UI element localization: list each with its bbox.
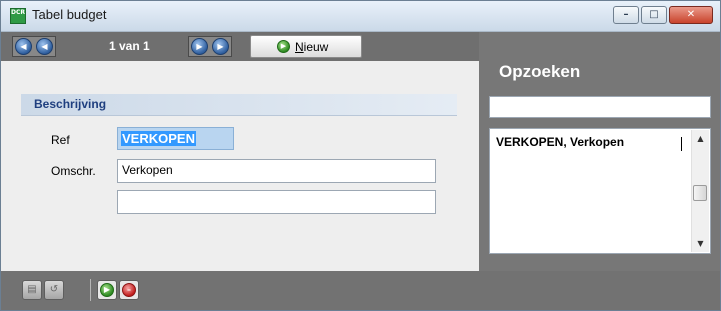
close-icon: ✕ [686, 9, 696, 20]
record-position: 1 van 1 [109, 39, 150, 53]
form-body: ◀ ◀ 1 van 1 ▶ ▶ ▶ Nieuw Beschrijving Ref… [1, 32, 720, 310]
window-title: Tabel budget [32, 7, 107, 22]
app-table-icon: DCR [10, 8, 26, 24]
bottom-toolbar: ▤ ↺ ▶ – [1, 271, 720, 310]
new-button-label: Nieuw [295, 40, 329, 54]
list-item[interactable]: VERKOPEN, Verkopen [496, 135, 624, 149]
lookup-list[interactable]: VERKOPEN, Verkopen ▲ ▼ [489, 128, 711, 254]
ref-label: Ref [51, 133, 70, 147]
previous-record-icon[interactable]: ◀ [36, 38, 53, 55]
save-icon[interactable]: ▤ [22, 280, 42, 300]
first-record-icon[interactable]: ◀ [15, 38, 32, 55]
cancel-icon: – [122, 283, 136, 297]
omschr-field-2[interactable] [117, 190, 436, 214]
text-caret [681, 137, 682, 151]
minimize-button[interactable]: – [613, 6, 639, 24]
ok-icon: ▶ [100, 283, 114, 297]
section-title: Beschrijving [34, 97, 107, 111]
scroll-down-icon[interactable]: ▼ [692, 235, 709, 252]
vertical-scrollbar[interactable]: ▲ ▼ [691, 130, 709, 252]
ok-button[interactable]: ▶ [97, 280, 117, 300]
cancel-button[interactable]: – [119, 280, 139, 300]
new-button[interactable]: ▶ Nieuw [250, 35, 362, 58]
scroll-thumb[interactable] [693, 185, 707, 201]
navigation-toolbar: ◀ ◀ 1 van 1 ▶ ▶ ▶ Nieuw [1, 32, 479, 62]
maximize-icon: □ [649, 9, 659, 20]
revert-icon[interactable]: ↺ [44, 280, 64, 300]
title-bar: DCR Tabel budget – □ ✕ [1, 1, 720, 32]
last-record-icon[interactable]: ▶ [212, 38, 229, 55]
close-button[interactable]: ✕ [669, 6, 713, 24]
window: DCR Tabel budget – □ ✕ ◀ ◀ 1 van 1 ▶ ▶ ▶… [0, 0, 721, 311]
minimize-icon: – [623, 9, 629, 20]
maximize-button[interactable]: □ [641, 6, 667, 24]
omschr-value: Verkopen [122, 163, 173, 177]
form-panel: Beschrijving Ref VERKOPEN Omschr. Verkop… [1, 61, 479, 271]
omschr-field[interactable]: Verkopen [117, 159, 436, 183]
lookup-title: Opzoeken [499, 62, 581, 81]
ref-field[interactable]: VERKOPEN [117, 127, 234, 150]
toolbar-separator [90, 279, 91, 301]
lookup-search-input[interactable] [489, 96, 711, 118]
section-header: Beschrijving [21, 94, 457, 116]
ref-value: VERKOPEN [121, 131, 196, 146]
add-icon: ▶ [277, 40, 290, 53]
scroll-up-icon[interactable]: ▲ [692, 130, 709, 147]
lookup-panel: Opzoeken VERKOPEN, Verkopen ▲ ▼ [479, 32, 720, 271]
omschr-label: Omschr. [51, 164, 96, 178]
next-record-icon[interactable]: ▶ [191, 38, 208, 55]
